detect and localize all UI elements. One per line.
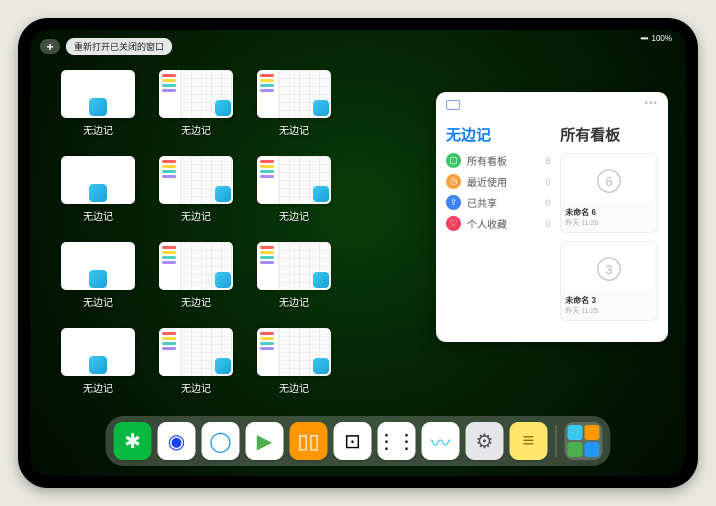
panel-left: 无边记 ▢ 所有看板 8 ◷ 最近使用 0 ⇪ 已共享 0 ♡ 个人收藏 0 (446, 102, 556, 332)
top-bar: + 重新打开已关闭的窗口 (40, 38, 172, 55)
dock-wechat-icon[interactable]: ✱ (114, 422, 152, 460)
menu-item[interactable]: ◷ 最近使用 0 (446, 174, 556, 189)
app-thumbnail (159, 156, 233, 204)
app-tile[interactable]: 无边记 (254, 242, 334, 312)
add-button[interactable]: + (40, 39, 60, 54)
panel-right-title: 所有看板 (556, 124, 658, 145)
board-cards: 6 未命名 6昨天 11:26 3 未命名 3昨天 11:25 (556, 153, 658, 321)
menu-label: 个人收藏 (467, 216, 507, 231)
app-thumbnail (257, 242, 331, 290)
menu-count: 0 (545, 198, 556, 208)
dock-books-icon[interactable]: ▯▯ (290, 422, 328, 460)
app-thumbnail (159, 70, 233, 118)
app-label: 无边记 (279, 294, 309, 309)
board-sub: 昨天 11:26 (565, 218, 653, 228)
menu-icon: ▢ (446, 153, 461, 168)
menu-label: 最近使用 (467, 174, 507, 189)
app-label: 无边记 (279, 122, 309, 137)
app-tile[interactable]: 无边记 (58, 328, 138, 398)
app-thumbnail (159, 242, 233, 290)
screen: •••• 100% + 重新打开已关闭的窗口 无边记无边记无边记无边记无边记无边… (30, 30, 686, 476)
app-label: 无边记 (279, 380, 309, 395)
dock-quark-icon[interactable]: ◯ (202, 422, 240, 460)
app-label: 无边记 (181, 294, 211, 309)
app-tile[interactable]: 无边记 (156, 70, 236, 140)
svg-text:6: 6 (606, 174, 613, 189)
app-thumbnail (61, 328, 135, 376)
app-tile[interactable]: 无边记 (156, 242, 236, 312)
panel-left-title: 无边记 (446, 124, 556, 145)
dock: ✱◉◯▶▯▯⊡⋮⋮〰⚙≡ (106, 416, 611, 466)
board-label: 未命名 6 (565, 207, 653, 218)
dock-separator (556, 425, 557, 457)
app-label: 无边记 (83, 208, 113, 223)
menu-count: 0 (545, 219, 556, 229)
menu-item[interactable]: ♡ 个人收藏 0 (446, 216, 556, 231)
app-tile[interactable]: 无边记 (58, 242, 138, 312)
dock-settings-icon[interactable]: ⚙ (466, 422, 504, 460)
ipad-device: •••• 100% + 重新打开已关闭的窗口 无边记无边记无边记无边记无边记无边… (18, 18, 698, 488)
wifi-icon: •••• (640, 34, 647, 43)
app-thumbnail (159, 328, 233, 376)
more-icon[interactable]: ••• (644, 98, 658, 109)
reopen-window-button[interactable]: 重新打开已关闭的窗口 (66, 38, 172, 55)
app-tile[interactable]: 无边记 (254, 328, 334, 398)
panel-right: 所有看板 6 未命名 6昨天 11:26 3 未命名 3昨天 11:25 (556, 102, 658, 332)
board-sub: 昨天 11:25 (565, 306, 653, 316)
svg-text:3: 3 (606, 262, 613, 277)
menu-icon: ◷ (446, 174, 461, 189)
dock-dots-icon[interactable]: ⋮⋮ (378, 422, 416, 460)
dock-notes-icon[interactable]: ≡ (510, 422, 548, 460)
app-label: 无边记 (83, 122, 113, 137)
app-tile[interactable]: 无边记 (58, 156, 138, 226)
battery-label: 100% (652, 34, 672, 43)
board-card[interactable]: 6 未命名 6昨天 11:26 (560, 153, 658, 233)
status-bar: •••• 100% (640, 34, 672, 43)
app-label: 无边记 (181, 380, 211, 395)
freeform-panel: ••• 无边记 ▢ 所有看板 8 ◷ 最近使用 0 ⇪ 已共享 0 ♡ 个人收藏 0 所有看板 6 未命… (436, 92, 668, 342)
menu-icon: ♡ (446, 216, 461, 231)
dock-recent-group[interactable] (565, 422, 603, 460)
app-label: 无边记 (181, 208, 211, 223)
app-tile[interactable]: 无边记 (156, 156, 236, 226)
menu-count: 8 (545, 156, 556, 166)
panel-menu: ▢ 所有看板 8 ◷ 最近使用 0 ⇪ 已共享 0 ♡ 个人收藏 0 (446, 153, 556, 231)
board-label: 未命名 3 (565, 295, 653, 306)
app-thumbnail (61, 156, 135, 204)
app-tile[interactable]: 无边记 (58, 70, 138, 140)
menu-label: 所有看板 (467, 153, 507, 168)
menu-item[interactable]: ⇪ 已共享 0 (446, 195, 556, 210)
board-card[interactable]: 3 未命名 3昨天 11:25 (560, 241, 658, 321)
menu-icon: ⇪ (446, 195, 461, 210)
dock-dice-icon[interactable]: ⊡ (334, 422, 372, 460)
menu-count: 0 (545, 177, 556, 187)
board-thumb: 3 (565, 246, 653, 292)
app-label: 无边记 (83, 380, 113, 395)
app-switcher-grid: 无边记无边记无边记无边记无边记无边记无边记无边记无边记无边记无边记无边记 (58, 70, 334, 398)
dock-freeform-icon[interactable]: 〰 (422, 422, 460, 460)
dock-hd-icon[interactable]: ◉ (158, 422, 196, 460)
board-thumb: 6 (565, 158, 653, 204)
app-thumbnail (257, 328, 331, 376)
app-label: 无边记 (181, 122, 211, 137)
dock-play-icon[interactable]: ▶ (246, 422, 284, 460)
app-thumbnail (61, 242, 135, 290)
menu-item[interactable]: ▢ 所有看板 8 (446, 153, 556, 168)
app-thumbnail (61, 70, 135, 118)
app-tile[interactable]: 无边记 (156, 328, 236, 398)
app-label: 无边记 (83, 294, 113, 309)
app-thumbnail (257, 70, 331, 118)
sidebar-toggle-icon[interactable] (446, 100, 460, 110)
app-label: 无边记 (279, 208, 309, 223)
menu-label: 已共享 (467, 195, 497, 210)
app-tile[interactable]: 无边记 (254, 70, 334, 140)
app-thumbnail (257, 156, 331, 204)
app-tile[interactable]: 无边记 (254, 156, 334, 226)
